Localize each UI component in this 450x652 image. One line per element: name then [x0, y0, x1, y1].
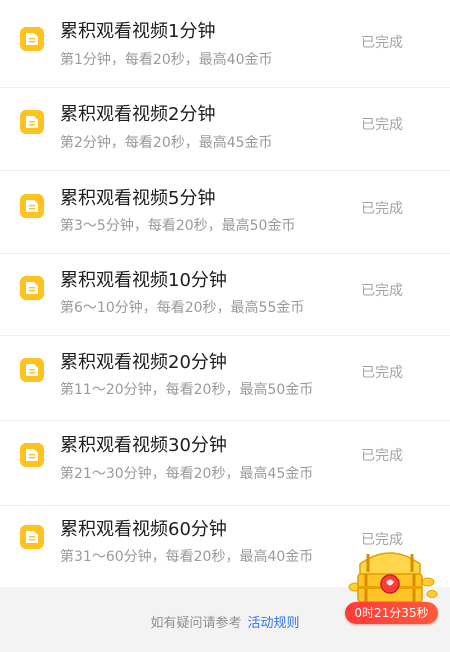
task-status: 已完成	[361, 35, 403, 51]
task-status: 已完成	[361, 117, 403, 133]
document-icon	[20, 110, 44, 134]
task-list: 累积观看视频1分钟 第1分钟，每看20秒，最高40金币 已完成 累积观看视频2分…	[0, 0, 450, 587]
document-icon	[20, 194, 44, 218]
task-title: 累积观看视频60分钟	[60, 519, 227, 540]
task-description: 第3～5分钟，每看20秒，最高50金币	[60, 218, 296, 234]
task-description: 第6～10分钟，每看20秒，最高55金币	[60, 300, 305, 316]
task-description: 第31～60分钟，每看20秒，最高40金币	[60, 549, 314, 565]
task-status: 已完成	[361, 448, 403, 464]
countdown-badge: 0时21分35秒	[345, 602, 438, 624]
document-icon	[20, 443, 44, 467]
activity-rules-link[interactable]: 活动规则	[248, 616, 300, 631]
task-row[interactable]: 累积观看视频5分钟 第3～5分钟，每看20秒，最高50金币 已完成	[0, 171, 450, 254]
task-title: 累积观看视频10分钟	[60, 270, 227, 291]
document-icon	[20, 525, 44, 549]
task-title: 累积观看视频5分钟	[60, 188, 216, 209]
document-icon	[20, 27, 44, 51]
task-row[interactable]: 累积观看视频20分钟 第11～20分钟，每看20秒，最高50金币 已完成	[0, 336, 450, 421]
task-title: 累积观看视频30分钟	[60, 435, 227, 456]
task-row[interactable]: 累积观看视频10分钟 第6～10分钟，每看20秒，最高55金币 已完成	[0, 254, 450, 336]
task-title: 累积观看视频1分钟	[60, 21, 216, 42]
task-row[interactable]: 累积观看视频1分钟 第1分钟，每看20秒，最高40金币 已完成	[0, 0, 450, 88]
task-status: 已完成	[361, 283, 403, 299]
task-status: 已完成	[361, 201, 403, 217]
task-description: 第1分钟，每看20秒，最高40金币	[60, 52, 273, 68]
task-row[interactable]: 累积观看视频2分钟 第2分钟，每看20秒，最高45金币 已完成	[0, 88, 450, 171]
footer-hint: 如有疑问请参考	[150, 616, 242, 631]
task-description: 第2分钟，每看20秒，最高45金币	[60, 135, 273, 151]
document-icon	[20, 276, 44, 300]
task-description: 第11～20分钟，每看20秒，最高50金币	[60, 382, 314, 398]
task-title: 累积观看视频2分钟	[60, 104, 216, 125]
task-row[interactable]: 累积观看视频30分钟 第21～30分钟，每看20秒，最高45金币 已完成	[0, 421, 450, 506]
reward-chest-widget[interactable]: 0时21分35秒	[342, 542, 439, 626]
task-status: 已完成	[361, 365, 403, 381]
task-description: 第21～30分钟，每看20秒，最高45金币	[60, 466, 314, 482]
task-title: 累积观看视频20分钟	[60, 352, 227, 373]
document-icon	[20, 358, 44, 382]
